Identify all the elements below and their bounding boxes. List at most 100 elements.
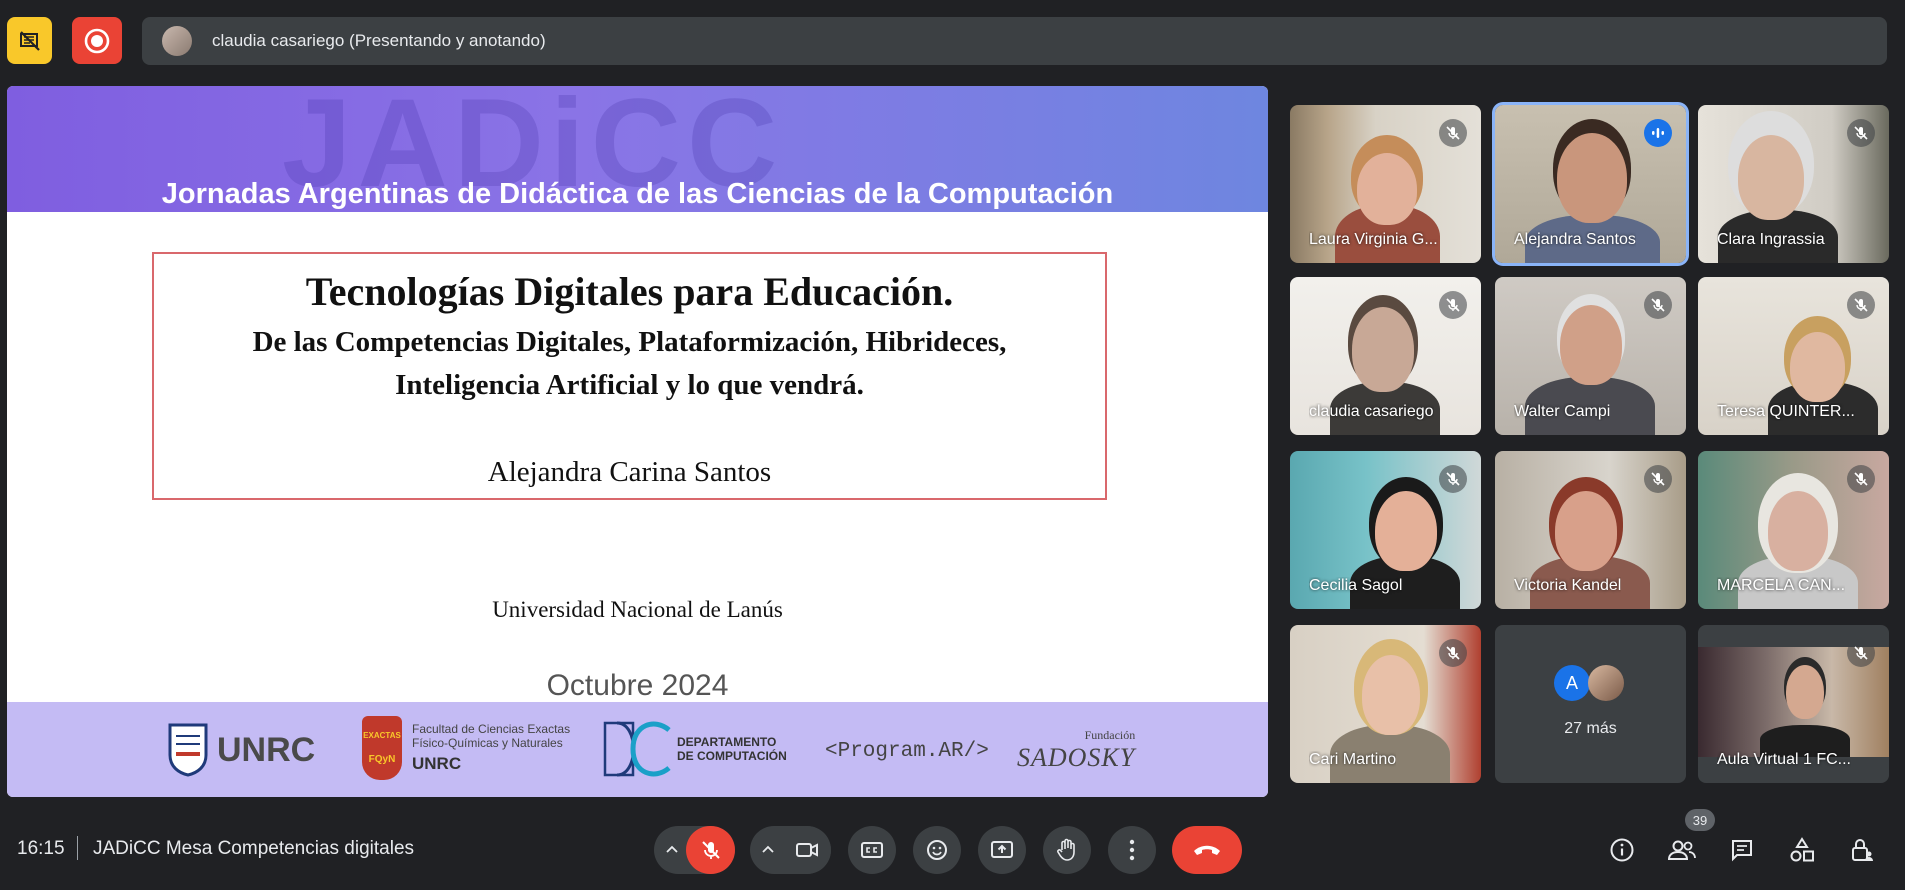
participant-name: Cecilia Sagol xyxy=(1309,577,1403,594)
participant-tile[interactable]: Teresa QUINTER... xyxy=(1698,277,1889,435)
unrc-shield-icon xyxy=(168,723,208,777)
muted-mic-icon xyxy=(1644,465,1672,493)
participant-name: Teresa QUINTER... xyxy=(1717,403,1855,420)
camera-icon xyxy=(795,843,818,857)
participant-face xyxy=(1557,133,1627,223)
closed-captions-icon xyxy=(861,842,883,858)
unrc-logo: UNRC xyxy=(167,722,315,778)
reactions-button[interactable] xyxy=(913,826,961,874)
sadosky-logo: Fundación SADOSKY xyxy=(1017,728,1135,773)
slide-subtitle-line-1: De las Competencias Digitales, Plataform… xyxy=(252,326,1007,358)
leave-call-button[interactable] xyxy=(1172,826,1242,874)
muted-mic-icon xyxy=(1847,639,1875,667)
emoji-icon xyxy=(927,840,947,860)
exactas-line-2: Físico-Químicas y Naturales xyxy=(412,736,563,750)
record-icon xyxy=(84,28,110,53)
more-vert-icon xyxy=(1129,839,1135,861)
participant-tile-active-speaker[interactable]: Alejandra Santos xyxy=(1495,105,1686,263)
hand-icon xyxy=(1057,838,1075,861)
meeting-title: JADiCC Mesa Competencias digitales xyxy=(93,838,415,859)
muted-mic-icon xyxy=(1439,465,1467,493)
exactas-text: Facultad de Ciencias Exactas Físico-Quím… xyxy=(412,722,570,774)
host-controls-button[interactable] xyxy=(1839,827,1885,873)
dc-text: DEPARTAMENTO DE COMPUTACIÓN xyxy=(677,735,787,763)
recording-button[interactable] xyxy=(72,17,122,64)
info-icon xyxy=(1610,838,1634,862)
more-participants-tile[interactable]: A 27 más xyxy=(1495,625,1686,783)
camera-toggle-button[interactable] xyxy=(782,826,831,874)
participant-name: Clara Ingrassia xyxy=(1717,231,1825,248)
activities-button[interactable] xyxy=(1779,827,1825,873)
dc-logo: DEPARTAMENTO DE COMPUTACIÓN xyxy=(603,720,787,778)
divider xyxy=(77,836,78,860)
people-button[interactable] xyxy=(1659,827,1705,873)
muted-mic-icon xyxy=(1439,119,1467,147)
exactas-line-3: UNRC xyxy=(412,754,462,773)
exactas-badge-top: EXACTAS xyxy=(363,731,401,740)
slide-footer-logos: UNRC EXACTAS FQyN Facultad de Ciencias E… xyxy=(7,702,1268,797)
people-icon xyxy=(1667,840,1696,860)
microphone-toggle-button[interactable] xyxy=(686,826,735,874)
exactas-badge-bottom: FQyN xyxy=(368,754,396,765)
activities-icon xyxy=(1790,837,1814,862)
video-options-button[interactable] xyxy=(754,830,782,870)
more-options-button[interactable] xyxy=(1108,826,1156,874)
present-screen-button[interactable] xyxy=(978,826,1026,874)
more-participants-label: 27 más xyxy=(1564,720,1617,737)
participant-face xyxy=(1362,655,1420,735)
participant-tile[interactable]: claudia casariego xyxy=(1290,277,1481,435)
more-participants-avatar: A xyxy=(1554,665,1590,701)
screen-capture-disabled-button[interactable] xyxy=(7,17,52,64)
unrc-logo-text: UNRC xyxy=(217,730,316,769)
meeting-clock: 16:15 xyxy=(17,838,65,859)
muted-mic-icon xyxy=(1847,465,1875,493)
participant-tile[interactable]: Cari Martino xyxy=(1290,625,1481,783)
lock-person-icon xyxy=(1852,839,1873,861)
participant-tile[interactable]: Clara Ingrassia xyxy=(1698,105,1889,263)
muted-mic-icon xyxy=(1847,291,1875,319)
participant-name: Cari Martino xyxy=(1309,751,1397,768)
meeting-details-button[interactable] xyxy=(1599,827,1645,873)
presentation-slide: JADiCC Jornadas Argentinas de Didáctica … xyxy=(7,86,1268,797)
participant-face xyxy=(1352,307,1414,392)
more-participants-avatar-photo xyxy=(1588,665,1624,701)
participant-name: Victoria Kandel xyxy=(1514,577,1622,594)
presentation-banner[interactable]: claudia casariego (Presentando y anotand… xyxy=(142,17,1887,65)
participant-name: Aula Virtual 1 FC... xyxy=(1717,751,1851,768)
raise-hand-button[interactable] xyxy=(1043,826,1091,874)
participant-name: MARCELA CAN... xyxy=(1717,577,1846,594)
participant-tile[interactable]: Cecilia Sagol xyxy=(1290,451,1481,609)
participant-tile[interactable]: MARCELA CAN... xyxy=(1698,451,1889,609)
no-capture-icon xyxy=(19,30,40,51)
participant-tile[interactable]: Walter Campi xyxy=(1495,277,1686,435)
participant-tile[interactable]: Laura Virginia G... xyxy=(1290,105,1481,263)
participant-tile[interactable]: Victoria Kandel xyxy=(1495,451,1686,609)
participant-name: claudia casariego xyxy=(1309,403,1434,420)
participant-name: Laura Virginia G... xyxy=(1309,231,1438,248)
mic-off-icon xyxy=(701,841,720,859)
exactas-logo: EXACTAS FQyN Facultad de Ciencias Exacta… xyxy=(362,716,570,780)
captions-button[interactable] xyxy=(848,826,896,874)
muted-mic-icon xyxy=(1439,291,1467,319)
sadosky-text: SADOSKY xyxy=(1017,743,1136,772)
slide-university: Universidad Nacional de Lanús xyxy=(492,597,783,622)
participant-name: Walter Campi xyxy=(1514,403,1611,420)
presenter-avatar xyxy=(162,26,192,56)
muted-mic-icon xyxy=(1644,291,1672,319)
participant-tile[interactable]: Aula Virtual 1 FC... xyxy=(1698,625,1889,783)
dc-line-2: DE COMPUTACIÓN xyxy=(677,749,787,763)
participant-face xyxy=(1375,491,1437,571)
chevron-up-icon xyxy=(762,845,774,853)
muted-mic-icon xyxy=(1847,119,1875,147)
dc-mark-icon xyxy=(603,721,671,777)
participant-face xyxy=(1786,665,1824,719)
exactas-badge: EXACTAS FQyN xyxy=(362,716,402,780)
slide-subtitle-line-2: Inteligencia Artificial y lo que vendrá. xyxy=(395,369,864,401)
chat-button[interactable] xyxy=(1719,827,1765,873)
slide-title: Tecnologías Digitales para Educación. xyxy=(305,269,954,314)
participant-name: Alejandra Santos xyxy=(1514,231,1636,248)
participant-face xyxy=(1560,305,1622,385)
dc-line-1: DEPARTAMENTO xyxy=(677,735,777,749)
programar-logo: <Program.AR/> xyxy=(825,740,989,763)
audio-options-button[interactable] xyxy=(658,830,686,870)
